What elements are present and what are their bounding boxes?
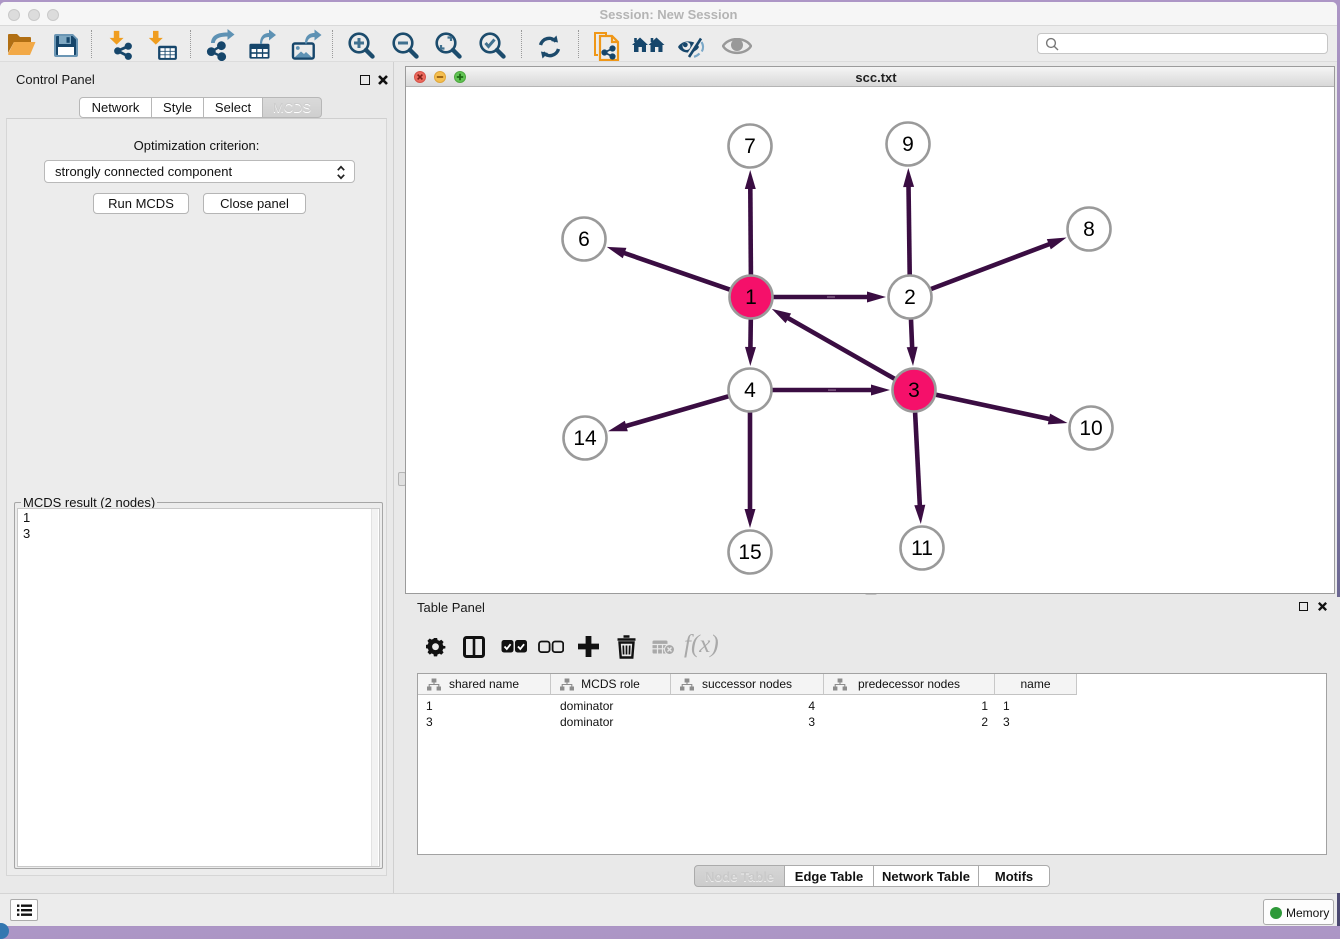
svg-text:7: 7 <box>744 135 756 158</box>
svg-text:9: 9 <box>902 133 914 156</box>
svg-text:10: 10 <box>1079 417 1102 440</box>
svg-text:15: 15 <box>738 541 761 564</box>
svg-text:6: 6 <box>578 228 590 251</box>
svg-text:3: 3 <box>908 379 920 402</box>
svg-text:4: 4 <box>744 379 756 402</box>
svg-text:11: 11 <box>911 537 933 560</box>
svg-text:8: 8 <box>1083 218 1095 241</box>
svg-text:2: 2 <box>904 286 916 309</box>
svg-text:14: 14 <box>573 427 597 450</box>
svg-text:1: 1 <box>745 286 757 309</box>
